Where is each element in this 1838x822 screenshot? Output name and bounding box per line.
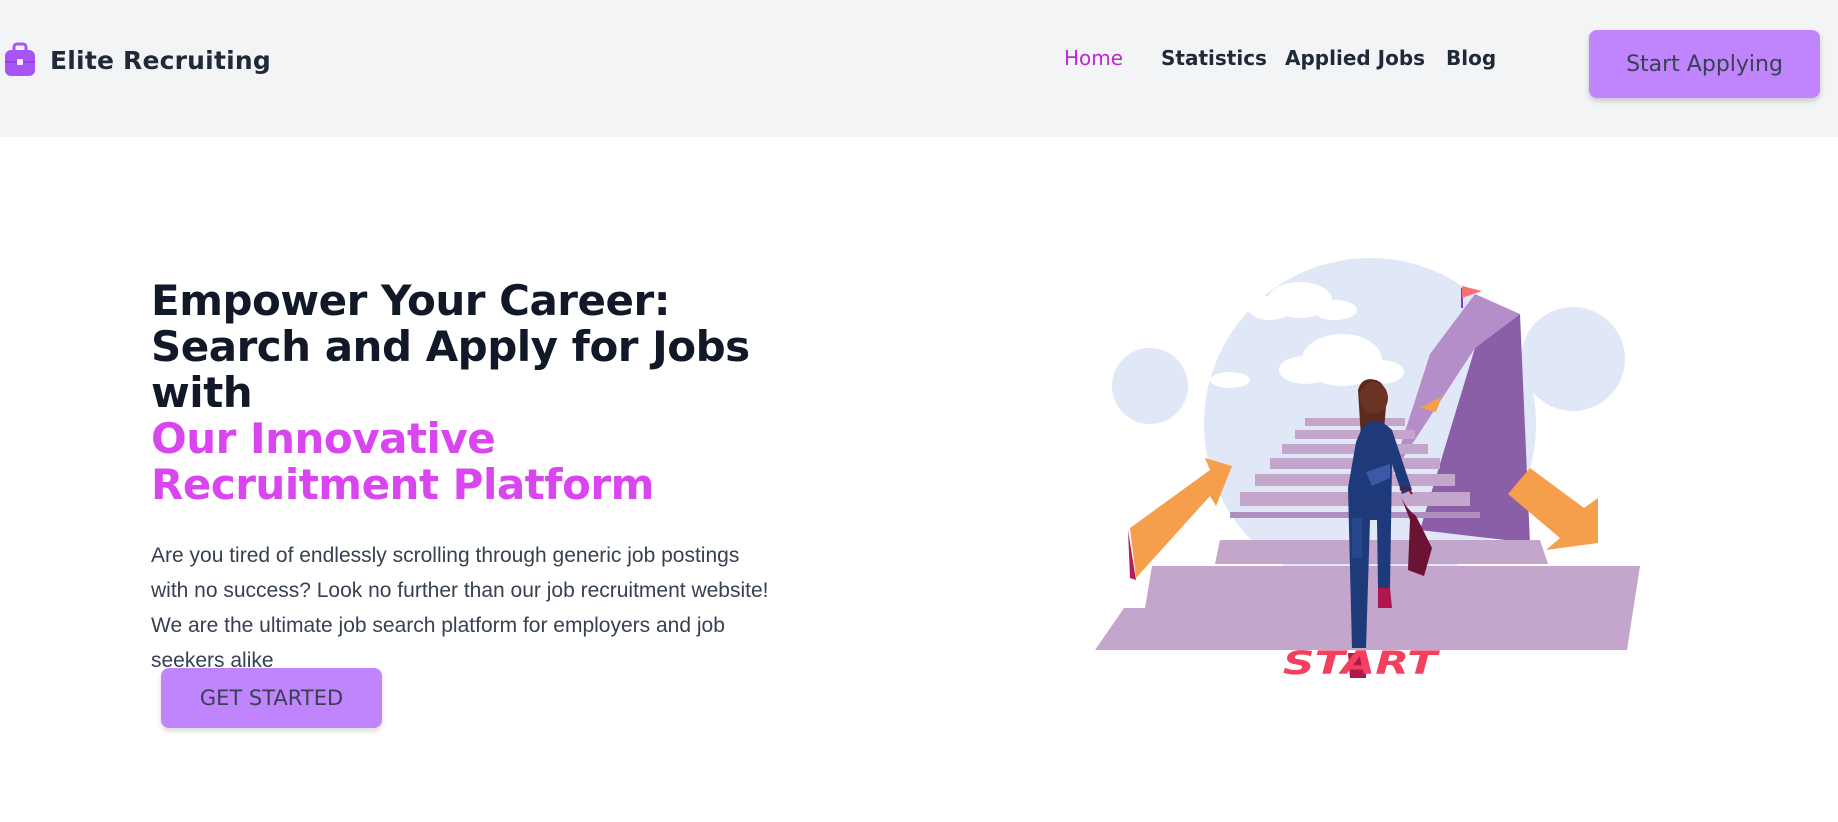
nav-item-home[interactable]: Home bbox=[1064, 46, 1123, 70]
hero-title-main: Empower Your Career: Search and Apply fo… bbox=[151, 276, 750, 417]
brand-name: Elite Recruiting bbox=[50, 45, 271, 75]
get-started-button[interactable]: GET STARTED bbox=[161, 668, 382, 728]
hero-description: Are you tired of endlessly scrolling thr… bbox=[151, 544, 769, 672]
woman-climbing-stairs-illustration: START bbox=[1095, 258, 1640, 682]
hero-section: Empower Your Career: Search and Apply fo… bbox=[151, 278, 791, 678]
briefcase-icon bbox=[5, 42, 35, 76]
brand-logo[interactable]: Elite Recruiting bbox=[4, 40, 271, 80]
top-navbar: Elite Recruiting Home Statistics Applied… bbox=[0, 0, 1838, 137]
hero-title-accent: Our Innovative Recruitment Platform bbox=[151, 414, 654, 509]
nav-item-blog[interactable]: Blog bbox=[1446, 46, 1496, 70]
start-ground-text: START bbox=[1283, 645, 1440, 682]
nav-item-applied-jobs[interactable]: Applied Jobs bbox=[1285, 46, 1425, 70]
start-applying-button[interactable]: Start Applying bbox=[1589, 30, 1820, 98]
hero-title: Empower Your Career: Search and Apply fo… bbox=[151, 278, 791, 508]
nav-item-statistics[interactable]: Statistics bbox=[1161, 46, 1267, 70]
